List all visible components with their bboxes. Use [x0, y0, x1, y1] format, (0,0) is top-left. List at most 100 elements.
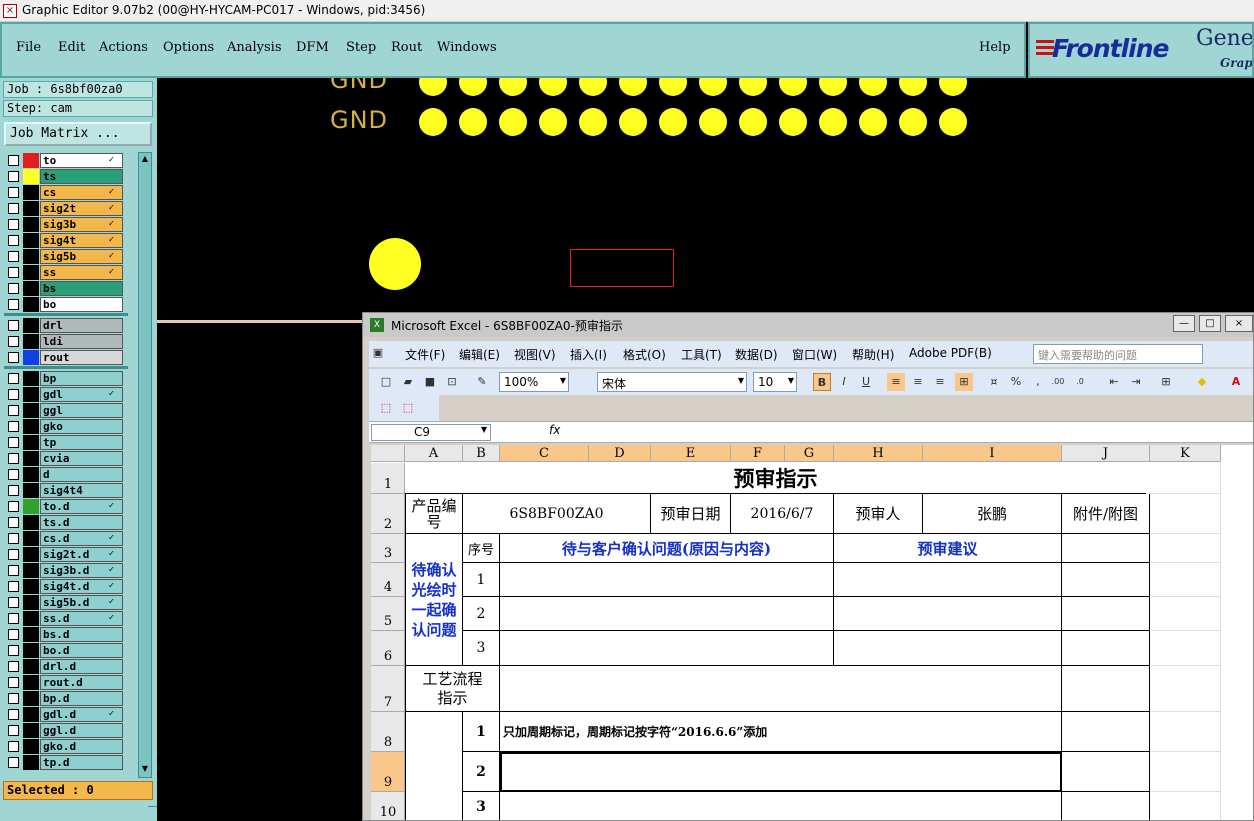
- layer-name[interactable]: bo: [40, 297, 123, 312]
- menu-edit[interactable]: Edit: [58, 40, 85, 55]
- layer-checkbox[interactable]: [8, 469, 19, 480]
- layer-name[interactable]: bp.d: [40, 691, 123, 706]
- layer-row[interactable]: sig3b.d ✓: [4, 562, 128, 578]
- layer-row[interactable]: tp.d: [4, 754, 128, 770]
- layer-color-swatch[interactable]: [23, 233, 39, 248]
- layer-row[interactable]: bs: [4, 280, 128, 296]
- seq-2[interactable]: 2: [463, 597, 500, 631]
- layer-checkbox[interactable]: [8, 549, 19, 560]
- layer-name[interactable]: sig3b ✓: [40, 217, 123, 232]
- layer-name[interactable]: sig4t4: [40, 483, 123, 498]
- layer-row[interactable]: sig4t.d ✓: [4, 578, 128, 594]
- process-seq-2[interactable]: 2: [463, 752, 500, 792]
- excel-doc-icon[interactable]: ▣: [369, 344, 387, 362]
- column-header[interactable]: D: [589, 445, 651, 462]
- layer-checkbox[interactable]: [8, 661, 19, 672]
- layer-checkbox[interactable]: [8, 645, 19, 656]
- layer-row[interactable]: to ✓: [4, 152, 128, 168]
- layer-color-swatch[interactable]: [23, 318, 39, 333]
- attachment-2[interactable]: [1062, 597, 1150, 631]
- close-icon[interactable]: ×: [1225, 315, 1253, 332]
- empty-cell[interactable]: [1150, 752, 1221, 792]
- xmenu-window[interactable]: 窗口(W): [792, 346, 837, 363]
- confirm-issues-label[interactable]: 待确认光绘时一起确认问题: [405, 534, 463, 666]
- layer-name[interactable]: sig4t.d ✓: [40, 579, 123, 594]
- layer-row[interactable]: tp: [4, 434, 128, 450]
- process-instruction-2-selected[interactable]: [500, 752, 1062, 792]
- layer-checkbox[interactable]: [8, 453, 19, 464]
- layer-name[interactable]: gdl.d ✓: [40, 707, 123, 722]
- column-header[interactable]: J: [1062, 445, 1150, 462]
- layer-checkbox[interactable]: [8, 187, 19, 198]
- layer-row[interactable]: gko: [4, 418, 128, 434]
- layer-name[interactable]: ggl.d: [40, 723, 123, 738]
- layer-color-swatch[interactable]: [23, 371, 39, 386]
- layer-name[interactable]: tp.d: [40, 755, 123, 770]
- layer-checkbox[interactable]: [8, 373, 19, 384]
- review-date-value[interactable]: 2016/6/7: [731, 494, 834, 534]
- layer-row[interactable]: bp.d: [4, 690, 128, 706]
- layer-color-swatch[interactable]: [23, 217, 39, 232]
- layer-color-swatch[interactable]: [23, 579, 39, 594]
- layer-checkbox[interactable]: [8, 437, 19, 448]
- xmenu-help[interactable]: 帮助(H): [852, 346, 894, 363]
- layer-name[interactable]: ss.d ✓: [40, 611, 123, 626]
- layer-checkbox[interactable]: [8, 283, 19, 294]
- layer-name[interactable]: sig2t.d ✓: [40, 547, 123, 562]
- layer-name[interactable]: to ✓: [40, 153, 123, 168]
- process-attach[interactable]: [1062, 666, 1150, 712]
- menu-step[interactable]: Step: [346, 40, 376, 55]
- layer-color-swatch[interactable]: [23, 515, 39, 530]
- layer-color-swatch[interactable]: [23, 627, 39, 642]
- column-header[interactable]: I: [923, 445, 1062, 462]
- seq-3[interactable]: 3: [463, 631, 500, 666]
- empty-cell[interactable]: [1150, 792, 1221, 820]
- layer-name[interactable]: bs.d: [40, 627, 123, 642]
- layer-color-swatch[interactable]: [23, 265, 39, 280]
- layer-checkbox[interactable]: [8, 725, 19, 736]
- layer-row[interactable]: rout: [4, 349, 128, 365]
- process-seq-1[interactable]: 1: [463, 712, 500, 752]
- layer-name[interactable]: sig5b.d ✓: [40, 595, 123, 610]
- row-header[interactable]: 5: [371, 597, 405, 631]
- increase-indent-icon[interactable]: ⇥: [1127, 373, 1145, 391]
- layer-checkbox[interactable]: [8, 299, 19, 310]
- layer-name[interactable]: ggl: [40, 403, 123, 418]
- decrease-decimal-icon[interactable]: .0: [1071, 373, 1089, 391]
- column-header[interactable]: C: [500, 445, 589, 462]
- column-header[interactable]: K: [1150, 445, 1221, 462]
- layer-color-swatch[interactable]: [23, 643, 39, 658]
- layer-name[interactable]: sig3b.d ✓: [40, 563, 123, 578]
- layer-checkbox[interactable]: [8, 517, 19, 528]
- select-all-corner[interactable]: [371, 445, 405, 462]
- empty-cell[interactable]: [1150, 534, 1221, 563]
- layer-name[interactable]: d: [40, 467, 123, 482]
- align-left-icon[interactable]: ≡: [887, 373, 905, 391]
- layer-checkbox[interactable]: [8, 267, 19, 278]
- column-header[interactable]: G: [785, 445, 834, 462]
- row-header[interactable]: 6: [371, 631, 405, 666]
- empty-cell[interactable]: [1150, 666, 1221, 712]
- borders-icon[interactable]: ⊞: [1157, 373, 1175, 391]
- layer-color-swatch[interactable]: [23, 595, 39, 610]
- menu-help[interactable]: Help: [979, 40, 1011, 55]
- issue-1[interactable]: [500, 563, 834, 597]
- suggest-header[interactable]: 预审建议: [834, 534, 1062, 563]
- layer-name[interactable]: sig4t ✓: [40, 233, 123, 248]
- layer-checkbox[interactable]: [8, 155, 19, 166]
- layer-color-swatch[interactable]: [23, 483, 39, 498]
- help-search-input[interactable]: 键入需要帮助的问题: [1033, 344, 1203, 364]
- layer-checkbox[interactable]: [8, 533, 19, 544]
- layer-checkbox[interactable]: [8, 320, 19, 331]
- layer-color-swatch[interactable]: [23, 281, 39, 296]
- layer-color-swatch[interactable]: [23, 659, 39, 674]
- scroll-up-icon[interactable]: ▲: [140, 154, 150, 166]
- layer-name[interactable]: sig5b ✓: [40, 249, 123, 264]
- row-header[interactable]: 8: [371, 712, 405, 752]
- row-header[interactable]: 4: [371, 563, 405, 597]
- underline-icon[interactable]: U: [857, 373, 875, 391]
- layer-checkbox[interactable]: [8, 565, 19, 576]
- layer-color-swatch[interactable]: [23, 755, 39, 770]
- review-date-label[interactable]: 预审日期: [651, 494, 731, 534]
- layer-row[interactable]: sig3b ✓: [4, 216, 128, 232]
